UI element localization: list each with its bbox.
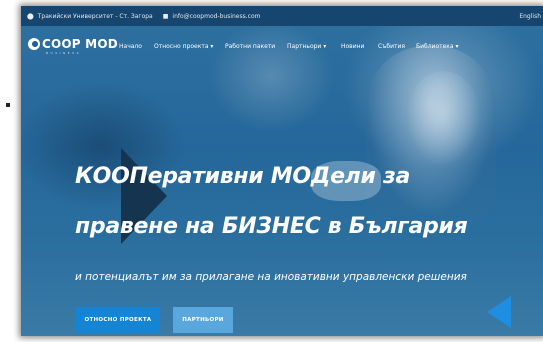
nav-item-news[interactable]: Новини bbox=[341, 43, 364, 50]
address-text: Тракийски Университет - Ст. Загора bbox=[37, 12, 153, 20]
nav-item-about[interactable]: Относно проекта ▾ bbox=[154, 43, 213, 50]
hero-headline-line1: КООПеративни МОДели за bbox=[75, 164, 411, 189]
mail-icon: ■ bbox=[162, 12, 169, 20]
language-switch[interactable]: English bbox=[519, 13, 541, 20]
nav-item-home[interactable]: Начало bbox=[119, 43, 142, 50]
top-info-bar: ⬤ Тракийски Университет - Ст. Загора ■ i… bbox=[21, 6, 543, 26]
hero-photo-face bbox=[406, 71, 481, 166]
nav-item-work-packages[interactable]: Работни пакети bbox=[225, 43, 275, 50]
hero-headline-line2: правене на БИЗНЕС в България bbox=[75, 214, 468, 239]
nav-item-events[interactable]: Събития bbox=[378, 43, 405, 50]
nav-item-library[interactable]: Библиотека ▾ bbox=[416, 43, 459, 50]
nav-item-partners[interactable]: Партньори ▾ bbox=[287, 43, 326, 50]
list-bullet bbox=[6, 103, 10, 107]
email-link[interactable]: info@coopmod-business.com bbox=[172, 13, 260, 20]
blue-triangle-decoration bbox=[487, 296, 511, 328]
location-pin-icon: ⬤ bbox=[27, 12, 34, 20]
about-project-button[interactable]: ОТНОСНО ПРОЕКТА bbox=[76, 307, 160, 333]
main-navigation: Начало Относно проекта ▾ Работни пакети … bbox=[21, 43, 543, 53]
website-screenshot: ⬤ Тракийски Университет - Ст. Загора ■ i… bbox=[21, 6, 543, 336]
hero-subtitle: и потенциалът им за прилагане на иновати… bbox=[75, 271, 467, 283]
partners-button[interactable]: ПАРТНЬОРИ bbox=[173, 307, 233, 333]
